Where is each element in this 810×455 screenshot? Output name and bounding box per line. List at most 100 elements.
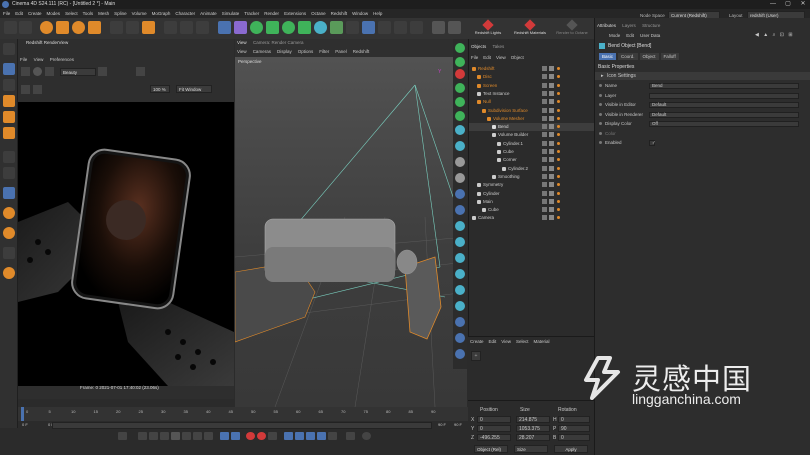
render-view-icon[interactable] xyxy=(180,21,193,34)
object-row[interactable]: Cylinder.1 xyxy=(469,140,595,148)
menu-redshift[interactable]: Redshift xyxy=(331,9,348,18)
materials-menu-create[interactable]: Create xyxy=(470,339,484,344)
pen-spline-icon[interactable] xyxy=(234,21,247,34)
timeline-start-field[interactable]: 0 F xyxy=(22,422,36,429)
move-icon[interactable] xyxy=(56,21,69,34)
next-key-icon[interactable] xyxy=(193,432,202,440)
tab-structure[interactable]: Structure xyxy=(642,23,660,28)
tag-dot-icon[interactable] xyxy=(557,141,560,145)
nav-up-icon[interactable]: ▲ xyxy=(763,32,768,38)
go-end-icon[interactable] xyxy=(204,432,213,440)
plugin-icon-5[interactable] xyxy=(455,111,465,121)
object-row[interactable]: Cube xyxy=(469,148,595,156)
visibility-toggle[interactable] xyxy=(542,173,547,179)
object-row[interactable]: Text Instance xyxy=(469,90,595,98)
close-button[interactable]: ✕ xyxy=(796,0,810,9)
nav-back-icon[interactable]: ◀ xyxy=(755,32,759,38)
object-row[interactable]: Disc xyxy=(469,73,595,81)
enable-toggle[interactable] xyxy=(549,99,554,105)
enable-toggle[interactable] xyxy=(549,90,554,96)
tab-takes[interactable]: Takes xyxy=(492,44,504,49)
scene-s-icon[interactable] xyxy=(3,267,15,279)
plugin-icon-6[interactable] xyxy=(455,125,465,135)
search-icon[interactable]: ⌕ xyxy=(773,32,776,38)
next-frame-icon[interactable] xyxy=(182,432,191,440)
enable-toggle[interactable] xyxy=(549,140,554,146)
enable-toggle[interactable] xyxy=(549,157,554,163)
menu-render[interactable]: Render xyxy=(264,9,279,18)
menu-animate[interactable]: Animate xyxy=(200,9,217,18)
menu-mograph[interactable]: MoGraph xyxy=(152,9,171,18)
layout-alt-icon[interactable] xyxy=(410,21,423,34)
tag-dot-icon[interactable] xyxy=(557,183,560,187)
menu-modes[interactable]: Modes xyxy=(47,9,61,18)
menu-extensions[interactable]: Extensions xyxy=(284,9,306,18)
minimize-button[interactable]: — xyxy=(766,0,780,9)
attribute-field[interactable]: Default xyxy=(649,102,799,108)
rotation-field[interactable]: 0 xyxy=(558,434,590,441)
coord-mode-select[interactable]: Object (Rel) xyxy=(474,445,508,453)
fit-select[interactable]: Fit Window xyxy=(176,85,212,93)
octane-icon[interactable] xyxy=(448,21,461,34)
lock-icon[interactable] xyxy=(21,85,30,94)
viewport-menu-view[interactable]: View xyxy=(237,49,247,54)
visibility-toggle[interactable] xyxy=(542,198,547,204)
object-row[interactable]: Cylinder.2 xyxy=(469,165,595,173)
playhead[interactable] xyxy=(21,407,24,421)
snap-toggle-icon[interactable] xyxy=(3,187,15,199)
points-mode-icon[interactable] xyxy=(3,95,15,107)
subtab-coord[interactable]: Coord. xyxy=(618,53,638,60)
snapshot-icon[interactable] xyxy=(21,67,30,76)
plugin-icon-15[interactable] xyxy=(455,269,465,279)
menu-simulate[interactable]: Simulate xyxy=(222,9,240,18)
visibility-toggle[interactable] xyxy=(542,207,547,213)
tag-dot-icon[interactable] xyxy=(557,158,560,162)
menu-spline[interactable]: Spline xyxy=(114,9,127,18)
go-start-icon[interactable] xyxy=(138,432,147,440)
object-row[interactable]: Screen xyxy=(469,82,595,90)
edges-mode-icon[interactable] xyxy=(3,111,15,123)
add-material-icon[interactable]: + xyxy=(471,351,481,361)
rv-menu-view[interactable]: View xyxy=(34,57,44,62)
visibility-toggle[interactable] xyxy=(542,90,547,96)
plugin-icon-12[interactable] xyxy=(455,221,465,231)
size-field[interactable]: 28.207 xyxy=(516,434,550,441)
viewport-menu-filter[interactable]: Filter xyxy=(319,49,329,54)
rot-key-icon[interactable] xyxy=(295,432,304,440)
visibility-toggle[interactable] xyxy=(542,115,547,121)
menu-tools[interactable]: Tools xyxy=(83,9,94,18)
position-field[interactable]: 0 xyxy=(477,416,511,423)
size-field[interactable]: 1053.375 xyxy=(516,425,550,432)
viewport-layout-icon[interactable] xyxy=(378,21,391,34)
enable-toggle[interactable] xyxy=(549,207,554,213)
object-row[interactable]: Smoothing xyxy=(469,173,595,181)
stop-icon[interactable] xyxy=(45,67,54,76)
plugin-icon-16[interactable] xyxy=(455,285,465,295)
tab-layers[interactable]: Layers xyxy=(622,23,636,28)
volume-icon[interactable] xyxy=(282,21,295,34)
tab-attributes[interactable]: Attributes xyxy=(597,23,616,28)
menu-edit[interactable]: Edit xyxy=(15,9,23,18)
redshift-lights-button[interactable]: Redshift Lights xyxy=(468,19,508,38)
maximize-button[interactable]: ▢ xyxy=(781,0,795,9)
play-icon[interactable] xyxy=(171,432,180,440)
record-active-icon[interactable] xyxy=(257,432,266,440)
visibility-toggle[interactable] xyxy=(542,165,547,171)
viewport-tab-view[interactable]: View xyxy=(237,40,247,45)
tag-dot-icon[interactable] xyxy=(557,91,560,95)
visibility-toggle[interactable] xyxy=(542,157,547,163)
enable-toggle[interactable] xyxy=(549,173,554,179)
viewport-menu-panel[interactable]: Panel xyxy=(335,49,347,54)
light-icon[interactable] xyxy=(362,21,375,34)
size-field[interactable]: 214.875 xyxy=(516,416,550,423)
enable-toggle[interactable] xyxy=(549,215,554,221)
visibility-toggle[interactable] xyxy=(542,99,547,105)
zoom-select[interactable]: 100 % xyxy=(150,85,170,93)
visibility-toggle[interactable] xyxy=(542,215,547,221)
apply-button[interactable]: Apply xyxy=(554,445,588,453)
polygons-mode-icon[interactable] xyxy=(3,127,15,139)
enable-toggle[interactable] xyxy=(549,149,554,154)
prev-frame-icon[interactable] xyxy=(160,432,169,440)
tab-objects[interactable]: Objects xyxy=(471,44,486,49)
enable-toggle[interactable] xyxy=(549,132,554,138)
